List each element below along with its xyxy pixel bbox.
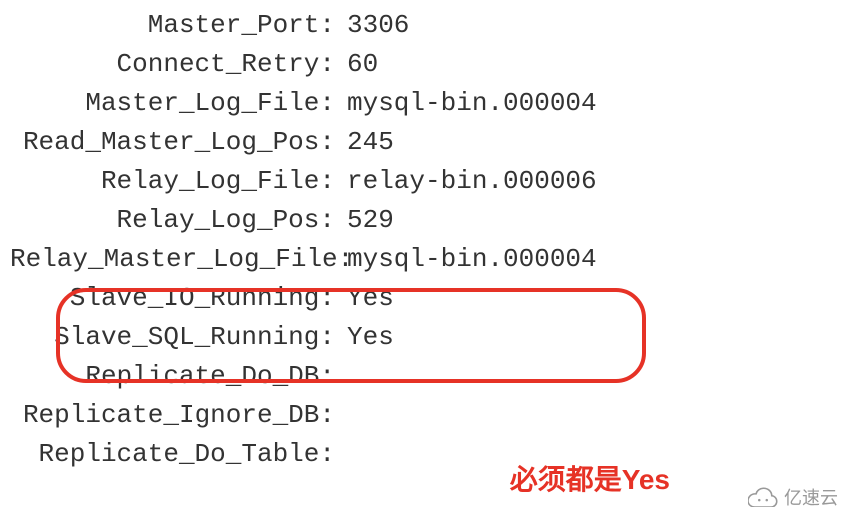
status-row: Replicate_Ignore_DB:	[10, 396, 844, 435]
status-row: Read_Master_Log_Pos: 245	[10, 123, 844, 162]
status-value: 3306	[335, 6, 409, 45]
status-value: 60	[335, 45, 378, 84]
status-value: Yes	[335, 279, 394, 318]
status-label: Replicate_Do_DB:	[10, 357, 335, 396]
status-row: Relay_Master_Log_File: mysql-bin.000004	[10, 240, 844, 279]
status-value	[335, 396, 347, 435]
watermark: 亿速云	[748, 484, 838, 510]
status-label: Read_Master_Log_Pos:	[10, 123, 335, 162]
watermark-text: 亿速云	[784, 484, 838, 510]
mysql-slave-status-list: Master_Port: 3306 Connect_Retry: 60 Mast…	[0, 0, 844, 474]
status-label: Master_Log_File:	[10, 84, 335, 123]
status-row: Replicate_Do_Table:	[10, 435, 844, 474]
status-value	[335, 357, 347, 396]
status-label: Relay_Log_Pos:	[10, 201, 335, 240]
status-row: Master_Port: 3306	[10, 6, 844, 45]
status-value	[335, 435, 347, 474]
status-label: Connect_Retry:	[10, 45, 335, 84]
status-row: Relay_Log_Pos: 529	[10, 201, 844, 240]
status-value: relay-bin.000006	[335, 162, 597, 201]
status-label: Master_Port:	[10, 6, 335, 45]
status-row: Replicate_Do_DB:	[10, 357, 844, 396]
annotation-text: 必须都是Yes	[510, 458, 670, 498]
status-value: mysql-bin.000004	[335, 240, 597, 279]
status-row-slave-io-running: Slave_IO_Running: Yes	[10, 279, 844, 318]
status-label: Replicate_Do_Table:	[10, 435, 335, 474]
status-value: 245	[335, 123, 394, 162]
status-row: Relay_Log_File: relay-bin.000006	[10, 162, 844, 201]
cloud-icon	[748, 487, 778, 507]
status-label: Slave_IO_Running:	[10, 279, 335, 318]
status-label: Relay_Master_Log_File:	[10, 240, 335, 279]
status-value: mysql-bin.000004	[335, 84, 597, 123]
status-label: Replicate_Ignore_DB:	[10, 396, 335, 435]
status-row: Connect_Retry: 60	[10, 45, 844, 84]
status-row-slave-sql-running: Slave_SQL_Running: Yes	[10, 318, 844, 357]
status-row: Master_Log_File: mysql-bin.000004	[10, 84, 844, 123]
status-value: Yes	[335, 318, 394, 357]
status-label: Slave_SQL_Running:	[10, 318, 335, 357]
status-value: 529	[335, 201, 394, 240]
status-label: Relay_Log_File:	[10, 162, 335, 201]
